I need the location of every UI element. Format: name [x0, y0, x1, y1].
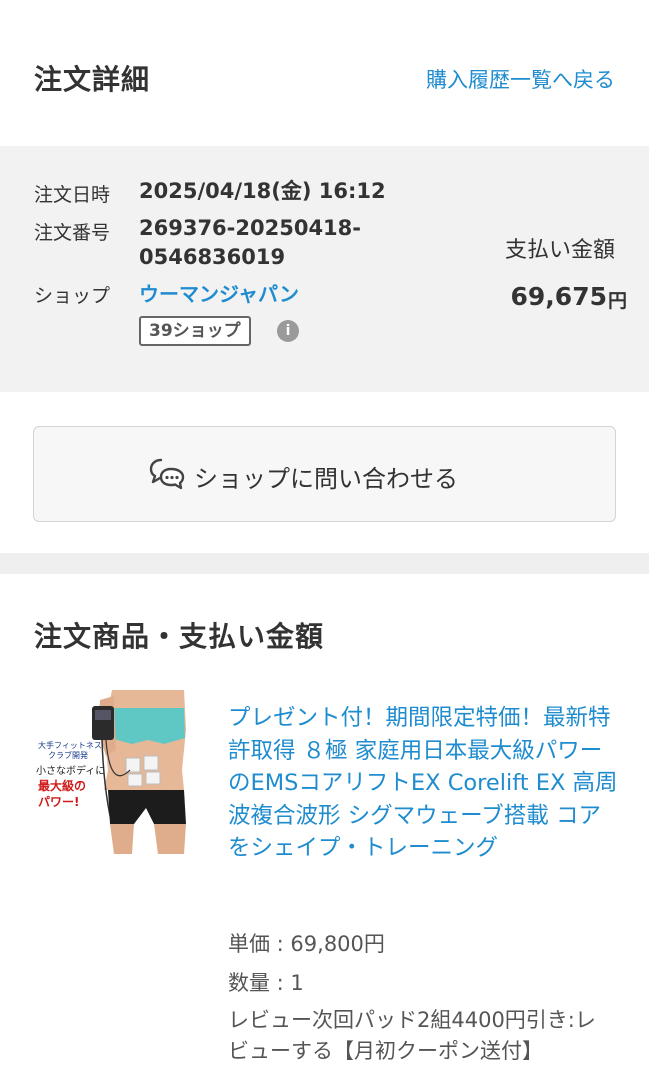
product-photo-illustration: 大手フィットネス クラブ開発 小さなボディに 最大級の パワー! — [34, 690, 196, 854]
order-number-line1: 269376-20250418- — [139, 216, 361, 240]
product-image-text-5: パワー! — [38, 795, 79, 809]
unit-price: 単価 : 69,800円 — [228, 932, 385, 956]
back-to-history-link[interactable]: 購入履歴一覧へ戻る — [426, 64, 615, 94]
order-date-value: 2025/04/18(金) 16:12 — [139, 179, 386, 203]
page-header: 注文詳細 購入履歴一覧へ戻る — [0, 0, 649, 146]
product-image-text-3: 小さなボディに — [36, 764, 105, 777]
payment-label: 支払い金額 — [504, 238, 615, 263]
chat-bubble-icon — [149, 458, 185, 490]
order-number-label: 注文番号 — [34, 222, 111, 244]
product-option-note: レビュー次回パッド2組4400円引き:レビューする【月初クーポン送付】 — [228, 1008, 596, 1063]
product-name-link[interactable]: プレゼント付！期間限定特価！最新特許取得 ８極 家庭用日本最大級パワーのEMSコ… — [228, 702, 618, 865]
shop-label: ショップ — [34, 285, 111, 307]
quantity: 数量 : 1 — [228, 971, 304, 995]
contact-shop-label: ショップに問い合わせる — [194, 465, 458, 493]
order-summary-panel: 注文日時 2025/04/18(金) 16:12 注文番号 269376-202… — [0, 146, 649, 392]
payment-amount: 69,675 — [510, 282, 607, 311]
page-title: 注文詳細 — [34, 63, 151, 96]
product-image[interactable]: 大手フィットネス クラブ開発 小さなボディに 最大級の パワー! — [34, 690, 196, 854]
info-icon[interactable]: i — [277, 320, 299, 342]
product-image-text-4: 最大級の — [38, 778, 86, 793]
contact-shop-button[interactable]: ショップに問い合わせる — [33, 426, 616, 522]
product-image-text-1: 大手フィットネス — [38, 740, 102, 750]
shop-name-link[interactable]: ウーマンジャパン — [139, 278, 299, 307]
order-number-line2: 0546836019 — [139, 245, 286, 269]
shop-39-badge: 39ショップ — [139, 316, 251, 346]
payment-unit: 円 — [607, 290, 627, 312]
product-image-text-2: クラブ開発 — [48, 750, 88, 760]
items-section-title: 注文商品・支払い金額 — [34, 620, 325, 653]
order-date-label: 注文日時 — [34, 184, 111, 206]
section-divider — [0, 553, 649, 574]
